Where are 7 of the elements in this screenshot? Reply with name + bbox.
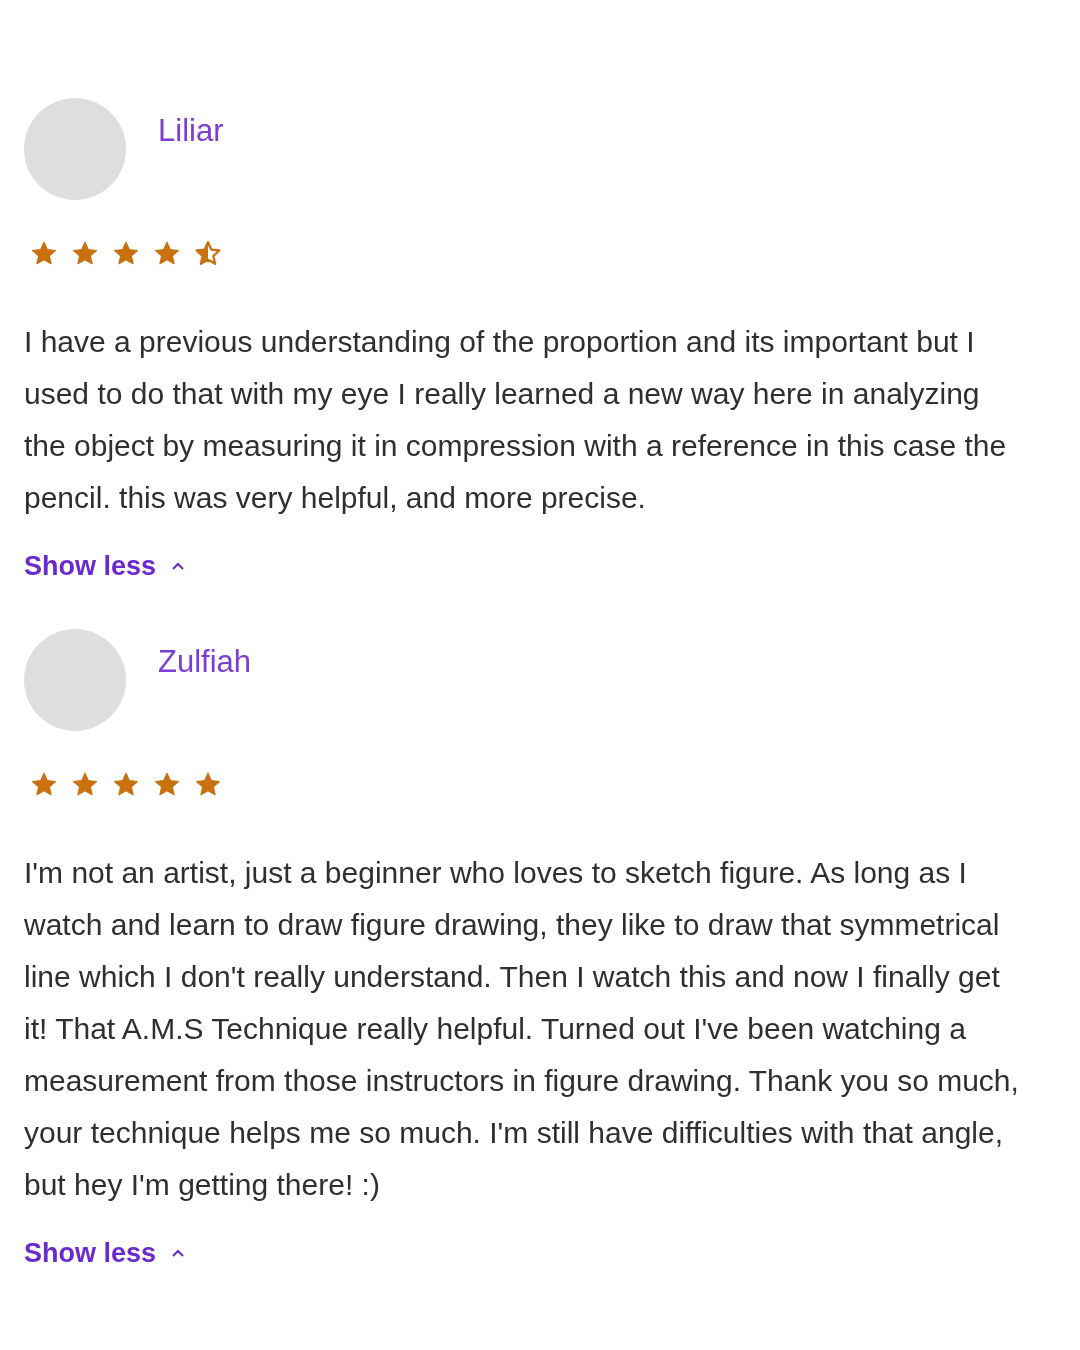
review-text: I have a previous understanding of the proportion and its important but I used to do that with my eye I really learned a new way here in analyzing the object by measuring it in compression with a reference in this case the pencil. this was very helpful, and more precise.	[24, 324, 1008, 516]
reviewer-name: Zulfiah	[158, 642, 252, 681]
show-less-button[interactable]: Show less	[24, 1232, 187, 1273]
review-text: I'm not an artist, just a beginner who loves to sketch figure. As long as I watch and learn to draw figure drawing, they like to draw that symmetrical line which I don't really understand. Then I watch this and now I finally get it! That A.M.S Technique really helpful. Turned out I've been watching a measurement from those instructors in figure drawing. Thank you so much, your technique helps me so much. I'm still have difficulties with that angle, but hey I'm getting there! :)	[24, 854, 1020, 1203]
reviewer-name: Liliar	[158, 112, 224, 150]
star-icon	[194, 240, 222, 268]
show-less-button[interactable]: Show less	[24, 546, 187, 587]
